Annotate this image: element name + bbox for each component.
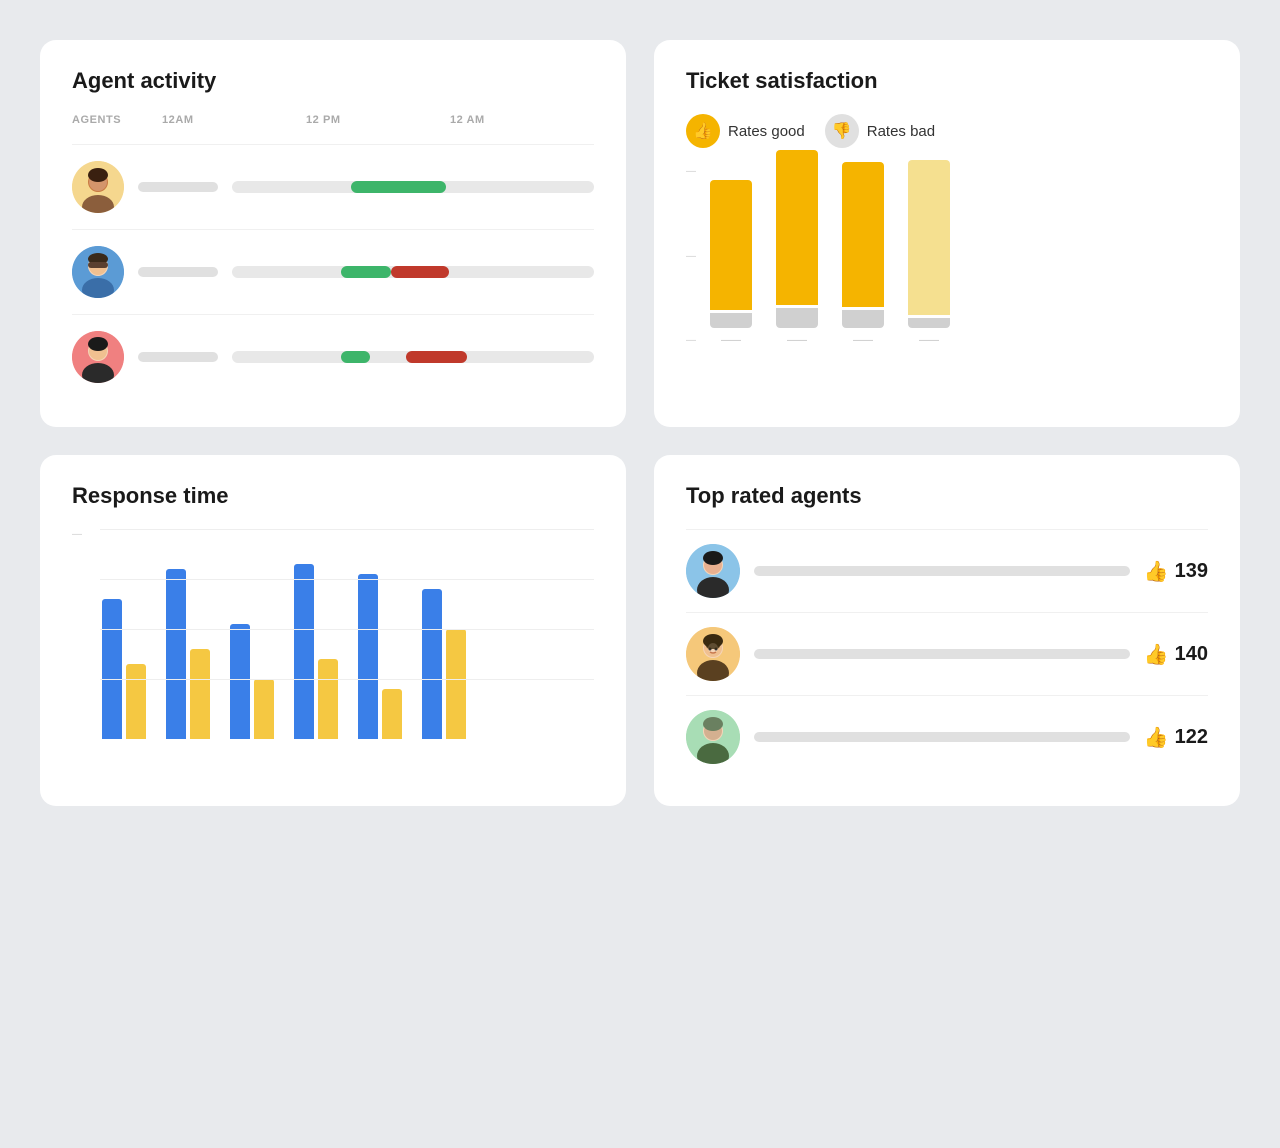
agent-row — [72, 314, 594, 399]
agent-row — [72, 144, 594, 229]
resp-bar-group — [230, 624, 274, 739]
resp-bar-blue — [102, 599, 122, 739]
top-agent-score: 👍 140 — [1144, 642, 1208, 667]
top-rated-agents-title: Top rated agents — [686, 483, 1208, 509]
response-time-card: Response time — — [40, 455, 626, 806]
agent-activity-header: AGENTS 12AM 12 PM 12 AM — [72, 114, 594, 132]
score-value: 122 — [1175, 726, 1208, 749]
agent-bar — [232, 177, 594, 197]
agent-name-placeholder — [138, 352, 218, 362]
bar-label: —— — [787, 335, 807, 346]
thumbs-down-legend-icon: 👎 — [825, 114, 859, 148]
grid-line — [100, 529, 594, 530]
bar-label: —— — [721, 335, 741, 346]
top-agent-row: 👍 139 — [686, 529, 1208, 612]
resp-bar-blue — [166, 569, 186, 739]
avatar — [72, 161, 124, 213]
grid-line — [100, 629, 594, 630]
resp-bar-yellow — [318, 659, 338, 739]
resp-bar-group — [358, 574, 402, 739]
ticket-satisfaction-card: Ticket satisfaction 👍 Rates good 👎 Rates… — [654, 40, 1240, 427]
resp-bar-blue — [358, 574, 378, 739]
resp-bar-group — [102, 599, 146, 739]
agent-row — [72, 229, 594, 314]
ticket-satisfaction-title: Ticket satisfaction — [686, 68, 1208, 94]
thumbs-up-icon: 👍 — [1144, 725, 1169, 750]
legend-row: 👍 Rates good 👎 Rates bad — [686, 114, 1208, 148]
resp-bar-group — [422, 589, 466, 739]
avatar — [72, 331, 124, 383]
resp-bar-blue — [230, 624, 250, 739]
bar-label: —— — [919, 335, 939, 346]
resp-bar-yellow — [382, 689, 402, 739]
resp-bar-blue — [294, 564, 314, 739]
legend-item-good: 👍 Rates good — [686, 114, 805, 148]
thumbs-up-icon: 👍 — [1144, 559, 1169, 584]
top-agent-name-placeholder — [754, 649, 1130, 659]
response-time-title: Response time — [72, 483, 594, 509]
top-agent-row: 👍 122 — [686, 695, 1208, 778]
agent-bar — [232, 347, 594, 367]
thumbs-up-legend-icon: 👍 — [686, 114, 720, 148]
bar-group: —— — [908, 160, 950, 346]
agent-bar — [232, 262, 594, 282]
agent-activity-card: Agent activity AGENTS 12AM 12 PM 12 AM — [40, 40, 626, 427]
header-agents: AGENTS — [72, 114, 162, 126]
resp-bar-yellow — [126, 664, 146, 739]
top-agent-name-placeholder — [754, 566, 1130, 576]
y-axis-label: — — [686, 166, 696, 177]
grid-line — [100, 679, 594, 680]
avatar — [72, 246, 124, 298]
resp-bar-yellow — [446, 629, 466, 739]
top-agent-avatar — [686, 544, 740, 598]
bar-group: —— — [776, 150, 818, 346]
legend-item-bad: 👎 Rates bad — [825, 114, 935, 148]
y-axis-label: — — [72, 529, 82, 540]
thumbs-up-icon: 👍 — [1144, 642, 1169, 667]
bar-good — [842, 162, 884, 307]
legend-bad-label: Rates bad — [867, 123, 935, 140]
bar-bad — [842, 310, 884, 328]
resp-bar-yellow — [254, 679, 274, 739]
bar-bad — [908, 318, 950, 328]
resp-bar-group — [294, 564, 338, 739]
header-12am1: 12AM — [162, 114, 306, 126]
agent-name-placeholder — [138, 182, 218, 192]
bar-good — [710, 180, 752, 310]
bar-label: —— — [853, 335, 873, 346]
bar-bad — [710, 313, 752, 328]
score-value: 139 — [1175, 560, 1208, 583]
legend-good-label: Rates good — [728, 123, 805, 140]
score-value: 140 — [1175, 643, 1208, 666]
top-agent-name-placeholder — [754, 732, 1130, 742]
bar-group: —— — [842, 162, 884, 346]
grid-line — [100, 579, 594, 580]
agent-name-placeholder — [138, 267, 218, 277]
y-axis-label: — — [686, 251, 696, 262]
header-12pm: 12 PM — [306, 114, 450, 126]
top-agent-score: 👍 139 — [1144, 559, 1208, 584]
resp-bar-blue — [422, 589, 442, 739]
resp-bar-yellow — [190, 649, 210, 739]
top-agent-avatar — [686, 627, 740, 681]
bar-bad — [776, 308, 818, 328]
top-agent-avatar — [686, 710, 740, 764]
agent-activity-title: Agent activity — [72, 68, 594, 94]
header-12am2: 12 AM — [450, 114, 594, 126]
bar-good — [908, 160, 950, 315]
top-agent-row: 👍 140 — [686, 612, 1208, 695]
bar-good — [776, 150, 818, 305]
y-axis-label: — — [686, 335, 696, 346]
top-rated-agents-card: Top rated agents 👍 139 — [654, 455, 1240, 806]
resp-bar-group — [166, 569, 210, 739]
bar-group: —— — [710, 180, 752, 346]
top-agent-score: 👍 122 — [1144, 725, 1208, 750]
